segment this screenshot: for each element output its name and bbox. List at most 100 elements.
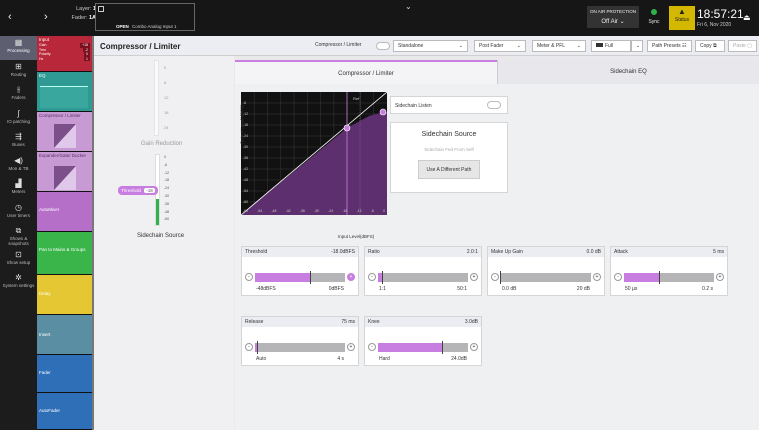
ratio-plus-button[interactable]: +	[470, 273, 478, 281]
channel-box[interactable]: OPEN Combo Analog Input 1	[95, 3, 195, 31]
forward-button[interactable]: ›	[44, 11, 48, 23]
nav-item-meters[interactable]: ▟ Meters	[0, 177, 37, 201]
threshold-slider[interactable]	[255, 271, 345, 284]
sc-scale: 0 -6 -12 -18 -24 -30 -36 -48 -60	[164, 154, 169, 224]
strip-fader[interactable]: Fader	[37, 355, 92, 393]
on-air-protection[interactable]: ON AIR PROTECTION Off Air ⌄	[587, 6, 639, 28]
strip-delay[interactable]: Delay	[37, 275, 92, 315]
sc-tick: -18	[164, 178, 170, 183]
back-button[interactable]: ‹	[8, 11, 12, 23]
gr-tick: 0	[164, 65, 167, 70]
strip-autofader[interactable]: AutoFader	[37, 393, 92, 430]
tab-sidechain-eq[interactable]: Sidechain EQ	[497, 60, 759, 84]
standalone-select[interactable]: Standalone ⌄	[393, 40, 468, 52]
chevron-down-icon[interactable]: ⌄	[405, 2, 412, 11]
use-different-path-button[interactable]: Use A Different Path	[418, 160, 480, 179]
sync-indicator[interactable]: Sync	[641, 6, 667, 30]
attack-slider[interactable]	[624, 271, 714, 284]
strip-eq[interactable]: EQ	[37, 72, 92, 112]
knee-slider-knob[interactable]	[441, 341, 443, 354]
layer-fader-indicator[interactable]: Layer: 1 Fader: 1A	[62, 5, 96, 23]
threshold-card: Threshold -18.0dBFS - + -48dBFS 0dBFS	[241, 246, 359, 296]
threshold-marker[interactable]: Threshold -18	[118, 186, 158, 195]
nav-item-system-settings[interactable]: ✲ System settings	[0, 271, 37, 295]
path-presets-button[interactable]: Path Presets ☷	[647, 40, 692, 52]
on-air-title: ON AIR PROTECTION	[589, 9, 636, 14]
status-indicator[interactable]: ▲ Status	[669, 6, 695, 30]
nav-item-io-patching[interactable]: ∫ IO patching	[0, 107, 37, 131]
nav-item-routing[interactable]: ⊞ Routing	[0, 60, 37, 84]
tab-compressor[interactable]: Compressor / Limiter	[235, 60, 497, 84]
attack-slider-knob[interactable]	[659, 271, 660, 284]
user-icon[interactable]: ⏏	[743, 13, 751, 22]
release-slider-knob[interactable]	[256, 341, 258, 354]
nav-item-user-timers[interactable]: ◷ User timers	[0, 201, 37, 225]
full-dropdown-button[interactable]: ⌄	[631, 40, 643, 52]
ratio-card: Ratio 2.0:1 - + 1:1 50:1	[364, 246, 482, 296]
nav-label: Meters	[11, 189, 26, 194]
knee-label: Knee	[368, 319, 380, 325]
makeup-slider-knob[interactable]	[500, 271, 501, 284]
transfer-graph[interactable]: Ref -60 -54 -48 -42 -36 -30 -24 -18 -12 -6 0 -6 -12…	[239, 91, 388, 216]
release-slider[interactable]	[255, 341, 345, 354]
ratio-minus-button[interactable]: -	[368, 273, 376, 281]
threshold-handle[interactable]	[343, 124, 351, 132]
makeup-plus-button[interactable]: +	[593, 273, 601, 281]
strip-input[interactable]: Input Gain +18 Trim -2 Polarity 0 Hz 1	[37, 36, 92, 72]
strip-expander[interactable]: Expander/Gate/ Ducker	[37, 152, 92, 192]
threshold-plus-button[interactable]: +	[347, 273, 355, 281]
x-tick: -24	[328, 209, 334, 213]
makeup-min-label: 0.0 dB	[502, 286, 517, 292]
knee-slider[interactable]	[378, 341, 468, 354]
faders-icon: ⫲	[17, 85, 20, 94]
comp-enable-toggle[interactable]	[376, 42, 390, 50]
threshold-marker-value: -18	[144, 188, 155, 193]
full-select[interactable]: Full	[591, 40, 631, 52]
ratio-slider-knob[interactable]	[381, 271, 383, 284]
gr-scale: 0 6 12 18 24	[164, 60, 168, 135]
strip-insert[interactable]: Insert	[37, 315, 92, 355]
sidechain-listen[interactable]: Sidechain Listen	[390, 96, 508, 114]
nav-label: Show setup	[6, 259, 31, 265]
nav-item-mon-tb[interactable]: ◀) Mon & TB	[0, 154, 37, 178]
makeup-minus-button[interactable]: -	[491, 273, 499, 281]
paste-button[interactable]: Paste ▢	[728, 40, 757, 52]
nav-item-processing[interactable]: ▦ Processing	[0, 36, 37, 60]
knee-minus-button[interactable]: -	[368, 343, 376, 351]
strip-compressor[interactable]: Compressor / Limiter	[37, 112, 92, 152]
makeup-gain-slider[interactable]	[500, 271, 591, 284]
strip-automixer[interactable]: AutoMixer	[37, 192, 92, 232]
strip-compressor-label: Compressor / Limiter	[39, 113, 81, 118]
warning-icon: ▲	[678, 7, 686, 16]
chevron-down-icon: ⌄	[458, 43, 463, 49]
attack-minus-button[interactable]: -	[614, 273, 622, 281]
release-plus-button[interactable]: +	[347, 343, 355, 351]
ratio-slider[interactable]	[378, 271, 468, 284]
sidechain-listen-toggle[interactable]	[487, 101, 501, 109]
strip-pan[interactable]: Pan to Mains & Groups	[37, 232, 92, 275]
nav-item-faders[interactable]: ⫲ Faders	[0, 83, 37, 107]
nav-label: Mon & TB	[8, 165, 29, 171]
buses-icon: ⇶	[15, 132, 22, 141]
graph-xlabel: Input Level(dBFS)	[338, 234, 375, 239]
status-label: Status	[674, 17, 690, 23]
copy-button[interactable]: Copy ⧉	[695, 40, 725, 52]
threshold-slider-knob[interactable]	[309, 271, 311, 284]
input-val-hz: 1	[84, 56, 90, 61]
x-ticks: -60 -54 -48 -42 -36 -30 -24 -18 -12 -6 0	[243, 209, 385, 213]
knee-max-label: 24.0dB	[451, 356, 467, 362]
knee-plus-button[interactable]: +	[470, 343, 478, 351]
nav-label: Processing	[7, 48, 30, 53]
meter-pfl-select[interactable]: Meter & PFL ⌄	[532, 40, 586, 52]
attack-card: Attack 5 ms - + 50 µs 0.2 s	[610, 246, 728, 296]
nav-item-shows[interactable]: ⧉ Shows & snapshots	[0, 224, 37, 248]
nav-item-buses[interactable]: ⇶ Buses	[0, 130, 37, 154]
ratio-handle[interactable]	[379, 108, 387, 116]
attack-plus-button[interactable]: +	[716, 273, 724, 281]
ratio-min-label: 1:1	[379, 286, 386, 292]
threshold-minus-button[interactable]: -	[245, 273, 253, 281]
nav-label: System settings	[2, 283, 35, 288]
nav-item-show-setup[interactable]: ⊡ Show setup	[0, 248, 37, 272]
post-fader-select[interactable]: Post Fader ⌄	[474, 40, 526, 52]
release-minus-button[interactable]: -	[245, 343, 253, 351]
